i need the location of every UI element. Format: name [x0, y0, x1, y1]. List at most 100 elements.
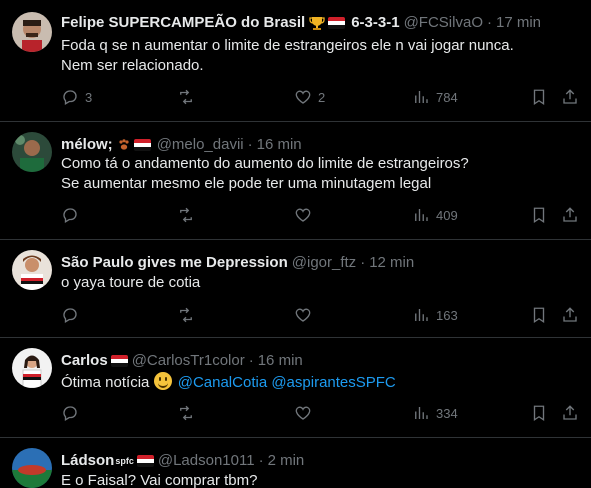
views-button[interactable]: 163: [412, 306, 458, 324]
view-count: 334: [436, 405, 458, 421]
like-button[interactable]: [294, 206, 312, 224]
separator-dot: ·: [486, 14, 492, 31]
tweet[interactable]: São Paulo gives me Depression @igor_ftz …: [0, 240, 591, 338]
tweet-text-line: Como tá o andamento do aumento do limite…: [61, 155, 469, 172]
views-icon: [415, 309, 428, 321]
reply-icon: [63, 308, 77, 323]
display-name[interactable]: Ládson: [61, 451, 114, 471]
mention-link[interactable]: @CanalCotia: [178, 374, 267, 391]
timestamp[interactable]: 12 min: [369, 253, 414, 273]
display-name[interactable]: Felipe SUPERCAMPEÃO do Brasil: [61, 13, 305, 33]
retweet-button[interactable]: [177, 88, 195, 106]
avatar[interactable]: [12, 12, 52, 52]
share-button[interactable]: [561, 404, 579, 422]
like-button[interactable]: 2: [294, 88, 325, 106]
handle[interactable]: @FCSilvaO: [404, 13, 483, 33]
tweet-text-line: E o Faisal? Vai comprar tbm?: [61, 472, 258, 488]
handle[interactable]: @Ladson1011: [158, 451, 255, 471]
tweet-text: E o Faisal? Vai comprar tbm?: [61, 471, 257, 488]
share-button[interactable]: [561, 206, 579, 224]
views-button[interactable]: 784: [412, 88, 458, 106]
tweet-header: São Paulo gives me Depression @igor_ftz …: [61, 253, 414, 273]
reply-button[interactable]: [61, 306, 79, 324]
timeline-feed: Felipe SUPERCAMPEÃO do Brasil 6-3-3-1 @F…: [0, 0, 591, 488]
like-button[interactable]: [294, 306, 312, 324]
bookmark-icon: [533, 307, 545, 324]
tweet[interactable]: Ládson spfc @Ladson1011 · 2 min E o Fais…: [0, 438, 591, 488]
tweet-text-prefix: Ótima notícia: [61, 374, 150, 391]
bookmark-icon: [533, 207, 545, 224]
handle[interactable]: @igor_ftz: [292, 253, 356, 273]
handle[interactable]: @melo_davii: [157, 135, 244, 155]
views-icon: [415, 407, 428, 419]
view-count: 163: [436, 307, 458, 323]
flag-icon: [133, 139, 151, 151]
tweet-text-line: Se aumentar mesmo ele pode ter uma minut…: [61, 175, 432, 192]
avatar[interactable]: [12, 448, 52, 488]
reply-icon: [63, 406, 77, 421]
retweet-button[interactable]: [177, 206, 195, 224]
timestamp[interactable]: 17 min: [496, 13, 541, 33]
mention-link[interactable]: @aspirantesSPFC: [271, 374, 395, 391]
retweet-icon: [180, 89, 192, 105]
display-name[interactable]: São Paulo gives me Depression: [61, 253, 288, 273]
retweet-button[interactable]: [177, 404, 195, 422]
avatar[interactable]: [12, 250, 52, 290]
like-count: 2: [318, 89, 326, 105]
reply-button[interactable]: 3: [61, 88, 92, 106]
bookmark-button[interactable]: [530, 306, 548, 324]
like-button[interactable]: [294, 404, 312, 422]
flag-icon: [110, 355, 128, 367]
timestamp[interactable]: 2 min: [268, 451, 305, 471]
tweet-text-line: Foda q se n aumentar o limite de estrang…: [61, 37, 514, 54]
tweet[interactable]: Felipe SUPERCAMPEÃO do Brasil 6-3-3-1 @F…: [0, 0, 591, 122]
tweet-actions: 409: [61, 206, 581, 226]
timestamp[interactable]: 16 min: [258, 351, 303, 371]
heart-icon: [295, 308, 311, 322]
views-icon: [415, 209, 428, 221]
timestamp[interactable]: 16 min: [257, 135, 302, 155]
tweet-actions: 163: [61, 306, 581, 326]
share-icon: [563, 405, 577, 420]
display-name-suffix: 6-3-3-1: [351, 14, 400, 31]
bookmark-icon: [533, 405, 545, 422]
display-name[interactable]: mélow;: [61, 135, 113, 155]
avatar[interactable]: [12, 132, 52, 172]
share-button[interactable]: [561, 88, 579, 106]
avatar[interactable]: [12, 348, 52, 388]
separator-dot: ·: [360, 254, 366, 271]
tweet-text: Ótima notícia @CanalCotia @aspirantesSPF…: [61, 372, 396, 393]
tweet-actions: 3 2 784: [61, 88, 581, 108]
display-name[interactable]: Carlos: [61, 351, 108, 371]
bookmark-button[interactable]: [530, 404, 548, 422]
flag-icon: [328, 17, 346, 29]
tweet-header: mélow; @melo_davii · 16 min: [61, 135, 302, 155]
tweet-header: Ládson spfc @Ladson1011 · 2 min: [61, 451, 304, 471]
tweet-header: Felipe SUPERCAMPEÃO do Brasil 6-3-3-1 @F…: [61, 13, 541, 33]
heart-icon: [295, 208, 311, 222]
trophy-icon: [309, 16, 325, 31]
share-icon: [563, 89, 577, 104]
tweet[interactable]: mélow; @melo_davii · 16 min Como tá o an…: [0, 122, 591, 240]
tweet[interactable]: Carlos @CarlosTr1color · 16 min Ótima no…: [0, 338, 591, 438]
heart-icon: [295, 406, 311, 420]
handle[interactable]: @CarlosTr1color: [132, 351, 245, 371]
reply-icon: [63, 208, 77, 223]
views-button[interactable]: 409: [412, 206, 458, 224]
reply-button[interactable]: [61, 206, 79, 224]
paw-icon: [117, 138, 131, 152]
share-button[interactable]: [561, 306, 579, 324]
bookmark-icon: [533, 89, 545, 106]
flag-icon: [136, 455, 154, 467]
retweet-button[interactable]: [177, 306, 195, 324]
reply-icon: [63, 90, 77, 105]
reply-button[interactable]: [61, 404, 79, 422]
reply-count: 3: [85, 89, 93, 105]
bookmark-button[interactable]: [530, 88, 548, 106]
views-button[interactable]: 334: [412, 404, 458, 422]
heart-icon: [295, 90, 311, 104]
separator-dot: ·: [247, 136, 253, 153]
tweet-actions: 334: [61, 404, 581, 424]
smiley-emoji-icon: [153, 372, 172, 390]
bookmark-button[interactable]: [530, 206, 548, 224]
